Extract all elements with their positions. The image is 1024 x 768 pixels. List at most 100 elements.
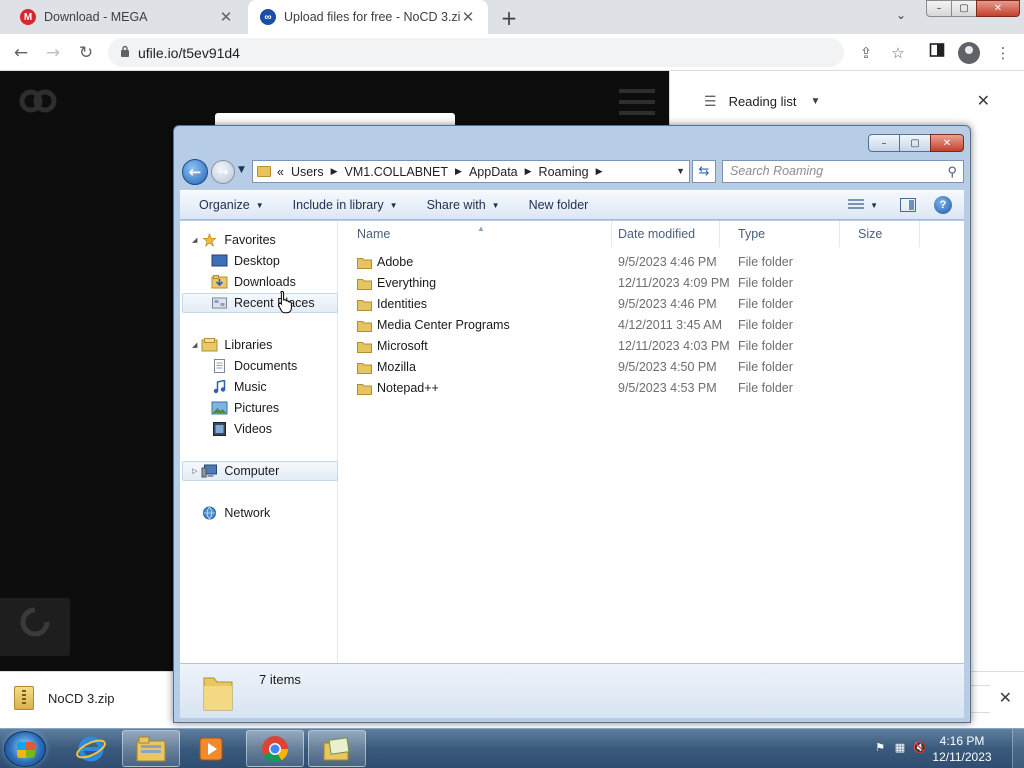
nav-item-downloads[interactable]: Downloads bbox=[211, 272, 296, 292]
preview-pane-icon[interactable] bbox=[900, 198, 916, 212]
table-row[interactable]: Notepad++ 9/5/2023 4:53 PM File folder bbox=[339, 378, 964, 399]
maximize-button[interactable]: ▢ bbox=[951, 0, 977, 17]
command-bar: Organize ▼ Include in library ▼ Share with… bbox=[180, 190, 964, 220]
table-row[interactable]: Adobe 9/5/2023 4:46 PM File folder bbox=[339, 252, 964, 273]
nav-item-desktop[interactable]: Desktop bbox=[211, 251, 280, 271]
tab-strip: M Download - MEGA ✕ ∞ Upload files for f… bbox=[0, 0, 1024, 34]
chevron-right-icon[interactable]: ▶ bbox=[596, 166, 603, 177]
network-tray-icon[interactable]: ▦ bbox=[892, 741, 908, 755]
file-type: File folder bbox=[738, 297, 793, 311]
close-panel-button[interactable]: ✕ bbox=[977, 91, 990, 110]
hand-cursor-icon bbox=[278, 290, 292, 314]
nav-item-music[interactable]: Music bbox=[211, 377, 267, 397]
profile-avatar[interactable] bbox=[958, 42, 980, 64]
recent-pages-dropdown-icon[interactable]: ▼ bbox=[238, 165, 245, 175]
nav-label: Network bbox=[224, 506, 271, 520]
new-tab-button[interactable]: + bbox=[498, 6, 520, 30]
breadcrumb-item[interactable]: VM1.COLLABNET bbox=[345, 165, 449, 179]
table-row[interactable]: Media Center Programs 4/12/2011 3:45 AM … bbox=[339, 315, 964, 336]
media-player-icon[interactable] bbox=[182, 730, 240, 767]
tab-search-button[interactable]: ⌄ bbox=[896, 8, 906, 22]
nav-network[interactable]: ▷ Network bbox=[192, 503, 270, 523]
start-button[interactable] bbox=[4, 731, 46, 767]
breadcrumb-overflow[interactable]: « bbox=[277, 165, 284, 179]
share-with-button[interactable]: Share with ▼ bbox=[427, 198, 500, 212]
recaptcha-badge[interactable] bbox=[0, 598, 70, 656]
download-item[interactable]: NoCD 3.zip bbox=[14, 686, 114, 710]
action-center-flag-icon[interactable]: ⚑ bbox=[872, 741, 888, 755]
search-icon[interactable]: ⚲ bbox=[947, 161, 957, 182]
close-tab-icon[interactable]: ✕ bbox=[218, 8, 234, 26]
include-in-library-button[interactable]: Include in library ▼ bbox=[293, 198, 398, 212]
nav-item-recent-places[interactable]: Recent Places bbox=[211, 293, 315, 313]
refresh-icon[interactable]: ⇆ bbox=[692, 160, 716, 183]
search-input[interactable]: Search Roaming ⚲ bbox=[722, 160, 964, 183]
column-header-size[interactable]: Size bbox=[840, 221, 920, 247]
back-arrow-icon[interactable]: ← bbox=[10, 42, 32, 64]
chrome-icon[interactable] bbox=[246, 730, 304, 767]
hamburger-menu-icon[interactable] bbox=[619, 89, 655, 122]
close-tab-icon[interactable]: ✕ bbox=[460, 8, 476, 26]
bookmark-star-icon[interactable]: ☆ bbox=[887, 42, 909, 64]
back-arrow-icon[interactable]: ← bbox=[182, 159, 208, 185]
folder-icon bbox=[357, 258, 372, 269]
dropdown-caret-icon[interactable]: ▼ bbox=[811, 96, 821, 107]
nav-label: Downloads bbox=[234, 275, 296, 289]
expand-arrow-icon[interactable]: ◢ bbox=[192, 341, 197, 349]
nav-item-videos[interactable]: Videos bbox=[211, 419, 272, 439]
address-dropdown-icon[interactable]: ▼ bbox=[676, 166, 685, 176]
nav-computer[interactable]: ▷ Computer bbox=[192, 461, 279, 481]
maximize-button[interactable]: ▢ bbox=[899, 134, 931, 152]
expand-arrow-icon[interactable]: ◢ bbox=[192, 236, 197, 244]
tab-ufile[interactable]: ∞ Upload files for free - NoCD 3.zip ✕ bbox=[248, 0, 488, 34]
table-row[interactable]: Identities 9/5/2023 4:46 PM File folder bbox=[339, 294, 964, 315]
close-shelf-button[interactable]: ✕ bbox=[999, 688, 1012, 707]
breadcrumb-item[interactable]: Roaming bbox=[539, 165, 589, 179]
close-window-button[interactable]: ✕ bbox=[930, 134, 964, 152]
lock-icon[interactable] bbox=[120, 45, 130, 60]
nav-item-pictures[interactable]: Pictures bbox=[211, 398, 279, 418]
file-explorer-icon[interactable] bbox=[122, 730, 180, 767]
tab-mega[interactable]: M Download - MEGA ✕ bbox=[8, 0, 246, 34]
file-list: Name ▲ Date modified Type Size Adobe 9/5… bbox=[339, 221, 964, 663]
explorer-address-bar[interactable]: « Users ▶ VM1.COLLABNET ▶ AppData ▶ Roam… bbox=[252, 160, 690, 183]
chevron-right-icon[interactable]: ▶ bbox=[525, 166, 532, 177]
nav-item-documents[interactable]: Documents bbox=[211, 356, 297, 376]
show-desktop-button[interactable] bbox=[1012, 729, 1024, 768]
column-header-type[interactable]: Type bbox=[720, 221, 840, 247]
internet-explorer-icon[interactable] bbox=[62, 730, 120, 767]
share-icon[interactable]: ⇪ bbox=[855, 42, 877, 64]
breadcrumb-item[interactable]: AppData bbox=[469, 165, 518, 179]
chevron-right-icon[interactable]: ▶ bbox=[455, 166, 462, 177]
forward-arrow-icon[interactable]: → bbox=[42, 42, 64, 64]
nav-favorites[interactable]: ◢ Favorites bbox=[192, 230, 276, 250]
menu-kebab-icon[interactable]: ⋮ bbox=[992, 42, 1014, 64]
column-header-date[interactable]: Date modified bbox=[600, 221, 720, 247]
address-bar[interactable]: ufile.io/t5ev91d4 bbox=[108, 38, 844, 67]
change-view-icon[interactable] bbox=[848, 199, 865, 211]
close-window-button[interactable]: ✕ bbox=[976, 0, 1020, 17]
minimize-button[interactable]: – bbox=[926, 0, 952, 17]
breadcrumb-item[interactable]: Users bbox=[291, 165, 324, 179]
reading-list-header[interactable]: ☰ Reading list ▼ bbox=[704, 93, 820, 110]
table-row[interactable]: Mozilla 9/5/2023 4:50 PM File folder bbox=[339, 357, 964, 378]
organize-button[interactable]: Organize ▼ bbox=[199, 198, 264, 212]
table-row[interactable]: Everything 12/11/2023 4:09 PM File folde… bbox=[339, 273, 964, 294]
side-panel-icon[interactable] bbox=[926, 42, 948, 64]
chevron-right-icon[interactable]: ▶ bbox=[331, 166, 338, 177]
clock[interactable]: 4:16 PM 12/11/2023 bbox=[926, 733, 998, 765]
new-folder-button[interactable]: New folder bbox=[529, 198, 589, 212]
dropdown-caret-icon[interactable]: ▼ bbox=[870, 201, 878, 210]
nav-libraries[interactable]: ◢ Libraries bbox=[192, 335, 272, 355]
column-header-name[interactable]: Name ▲ bbox=[339, 221, 612, 247]
column-label: Type bbox=[738, 227, 766, 241]
forward-arrow-icon[interactable]: → bbox=[211, 160, 235, 184]
table-row[interactable]: Microsoft 12/11/2023 4:03 PM File folder bbox=[339, 336, 964, 357]
minimize-button[interactable]: – bbox=[868, 134, 900, 152]
nav-label: Videos bbox=[234, 422, 272, 436]
help-icon[interactable]: ? bbox=[934, 196, 952, 214]
reload-icon[interactable]: ↻ bbox=[75, 42, 97, 64]
folder-window-icon[interactable] bbox=[308, 730, 366, 767]
expand-arrow-icon[interactable]: ▷ bbox=[192, 467, 197, 475]
show-all-button[interactable] bbox=[968, 685, 990, 713]
